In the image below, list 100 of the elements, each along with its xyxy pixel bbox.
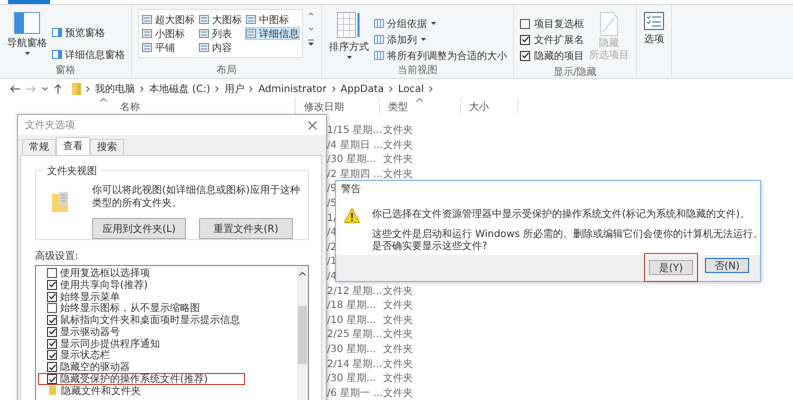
- setting-label: 隐藏空的驱动器: [60, 360, 130, 374]
- chevron-icon: [86, 86, 90, 92]
- folder-icon: [52, 192, 68, 212]
- address-bar[interactable]: 我的电脑 本地磁盘 (C:) 用户 Administrator AppData Local: [68, 80, 793, 98]
- view-option[interactable]: 添加列: [374, 33, 507, 46]
- back-arrow-icon: [10, 85, 20, 93]
- date-cell: /30 星期...: [327, 154, 376, 166]
- type-cell: 文件夹: [383, 140, 413, 151]
- warning-icon: [344, 208, 360, 223]
- view-icon: [199, 15, 209, 24]
- folder-icon: [72, 83, 81, 95]
- date-cell: /4 星期日 ...: [327, 140, 383, 151]
- sort-by-button[interactable]: 排序方式: [328, 9, 370, 62]
- layout-option[interactable]: 超大图标: [141, 13, 196, 26]
- date-cell: /18 星期...: [327, 300, 376, 312]
- pane-button[interactable]: 详细信息窗格: [52, 48, 125, 61]
- breadcrumb-item[interactable]: Administrator: [258, 84, 327, 94]
- type-cell: 文件夹: [383, 329, 413, 340]
- breadcrumb-item[interactable]: 本地磁盘 (C:): [149, 82, 210, 96]
- view-option[interactable]: 分组依据: [374, 17, 507, 30]
- layout-option[interactable]: 内容: [198, 41, 243, 54]
- column-icon: [374, 19, 384, 28]
- chevron-icon: [249, 86, 254, 92]
- warning-text: 这些文件是启动和运行 Windows 所必需的。删除或编辑它们会使你的计算机无法运行。: [372, 229, 763, 240]
- date-cell: /4: [327, 227, 337, 238]
- layout-option[interactable]: 列表: [198, 27, 243, 40]
- type-cell: 文件夹: [383, 168, 413, 180]
- setting-label: 使用复选框以选择项: [60, 266, 150, 280]
- dialog-button[interactable]: 是(Y): [649, 260, 693, 274]
- checkbox[interactable]: [47, 362, 57, 372]
- dialog-button[interactable]: 重置文件夹(R): [199, 218, 293, 239]
- chevron-icon: [332, 86, 336, 92]
- view-icon: [199, 43, 209, 52]
- view-icon: [246, 29, 256, 38]
- navigation-pane-button[interactable]: 导航窗格: [6, 9, 48, 58]
- type-cell: 文件夹: [383, 344, 413, 355]
- view-option[interactable]: 将所有列调整为合适的大小: [374, 49, 507, 62]
- breadcrumb-item[interactable]: AppData: [340, 84, 384, 94]
- date-cell: /1: [327, 256, 337, 268]
- type-cell: 文件夹: [383, 388, 413, 399]
- view-icon: [199, 29, 209, 38]
- type-cell: 文件夹: [383, 300, 413, 312]
- pane-button[interactable]: 预览窗格: [52, 26, 125, 39]
- date-cell: /30 星期...: [327, 373, 376, 384]
- breadcrumb-item[interactable]: 用户: [224, 82, 244, 96]
- view-icon: [142, 15, 152, 24]
- tab[interactable]: 常规: [22, 139, 56, 155]
- checkbox[interactable]: [47, 280, 57, 290]
- layout-option[interactable]: 小图标: [141, 27, 196, 40]
- pane-icon: [52, 50, 62, 59]
- checkbox[interactable]: [520, 18, 530, 28]
- breadcrumb-item[interactable]: 我的电脑: [95, 82, 135, 96]
- chevron-icon: [140, 86, 144, 92]
- breadcrumb-item[interactable]: Local: [398, 84, 424, 94]
- options-button[interactable]: 选项: [643, 9, 665, 49]
- column-header[interactable]: 类型: [380, 98, 461, 114]
- checkbox[interactable]: [47, 292, 57, 302]
- layout-option[interactable]: 平铺: [141, 41, 196, 54]
- checkbox[interactable]: [47, 326, 57, 337]
- group-label: 显示/隐藏: [552, 66, 598, 79]
- grid-icon: [337, 12, 361, 38]
- dialog-title: 文件夹选项: [25, 118, 75, 132]
- tab[interactable]: 搜索: [90, 139, 124, 155]
- layout-option[interactable]: 大图标: [198, 13, 243, 26]
- dialog-button[interactable]: 否(N): [705, 258, 749, 272]
- column-icon: [374, 35, 384, 44]
- type-cell: 文件夹: [383, 314, 413, 326]
- chevron-icon: [215, 86, 220, 92]
- tab[interactable]: 查看: [56, 137, 90, 155]
- checklist-icon: [644, 12, 664, 30]
- date-cell: /2 星期四 ...: [327, 168, 383, 180]
- description-text: 你可以将此视图(如详细信息或图标)应用于这种类型的所有文件夹。: [92, 184, 301, 210]
- setting-label: 使用共享向导(推荐): [60, 278, 148, 292]
- setting-label: 显示同步提供程序通知: [60, 338, 160, 350]
- checkbox[interactable]: [47, 268, 57, 278]
- checkbox[interactable]: [47, 350, 57, 360]
- setting-label: 始终显示图标，从不显示缩略图: [60, 302, 200, 314]
- date-cell: /10 星期...: [327, 314, 376, 326]
- layout-option[interactable]: 详细信息: [245, 27, 300, 40]
- group-label: 布局: [216, 64, 238, 78]
- column-header[interactable]: 大小: [461, 98, 518, 114]
- checkbox[interactable]: [520, 50, 530, 60]
- view-icon: [142, 29, 152, 38]
- dialog-button[interactable]: 应用到文件夹(L): [92, 218, 186, 239]
- checkbox[interactable]: [47, 315, 57, 326]
- scrollbar[interactable]: [297, 266, 308, 400]
- layout-option[interactable]: 中图标: [245, 13, 300, 26]
- checkbox[interactable]: [520, 34, 530, 44]
- date-cell: 1/15 星期...: [327, 125, 382, 136]
- checkbox[interactable]: [47, 338, 57, 349]
- scrollbar-thumb[interactable]: [298, 306, 307, 364]
- type-cell: 文件夹: [383, 373, 413, 384]
- checkbox[interactable]: [47, 374, 57, 384]
- setting-label: 显示状态栏: [60, 348, 110, 362]
- highlighted-setting[interactable]: 隐藏受保护的操作系统文件(推荐): [38, 373, 245, 385]
- date-cell: 2/14 星期...: [327, 358, 382, 370]
- section-label: 高级设置:: [35, 250, 80, 263]
- checkbox[interactable]: [47, 303, 57, 314]
- chevron-icon: [388, 86, 393, 92]
- date-cell: 2/25 星期...: [327, 329, 382, 340]
